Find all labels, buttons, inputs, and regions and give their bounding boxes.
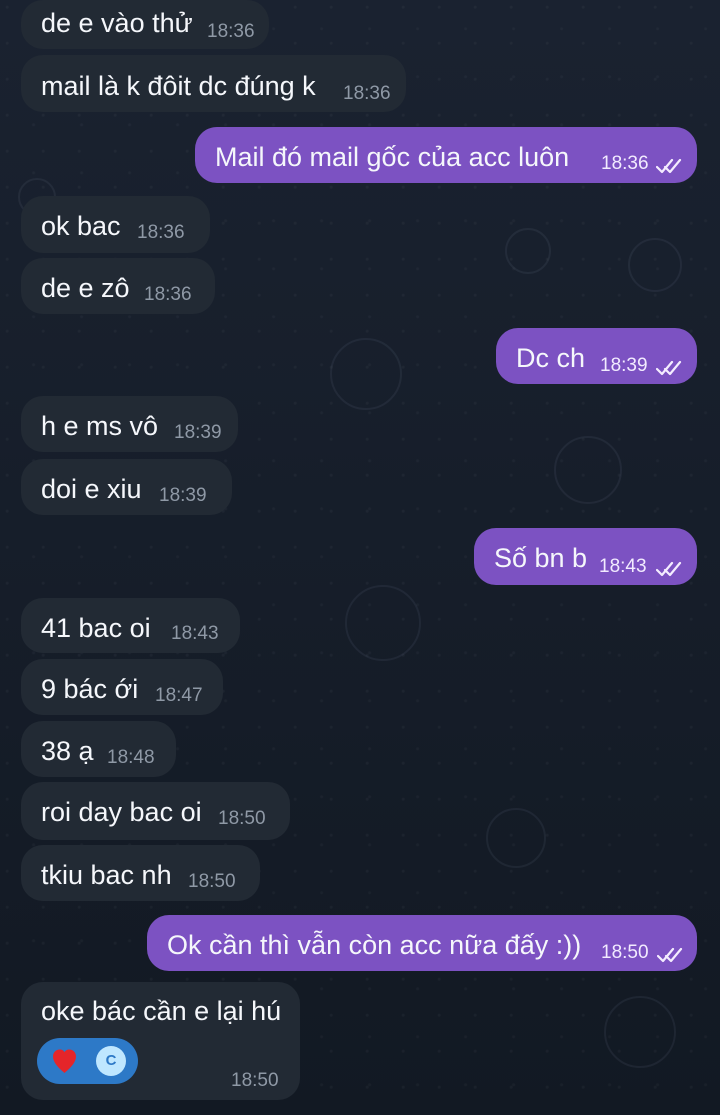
message-bubble-incoming: 41 bac oi 18:43 xyxy=(21,598,240,653)
message-bubble-incoming: tkiu bac nh 18:50 xyxy=(21,845,260,901)
message-text: Số bn b xyxy=(494,543,588,573)
message-text: ok bac xyxy=(41,211,121,241)
message-bubble-outgoing: Số bn b 18:43 xyxy=(474,528,697,585)
read-checkmarks-icon xyxy=(656,359,682,377)
message-time: 18:50 xyxy=(218,808,266,829)
message-text: tkiu bac nh xyxy=(41,860,172,890)
message-time: 18:36 xyxy=(343,83,391,104)
message-bubble-incoming: 38 ạ 18:48 xyxy=(21,721,176,777)
message-time: 18:50 xyxy=(601,942,649,963)
message-time: 18:36 xyxy=(601,153,649,174)
message-time: 18:48 xyxy=(107,747,155,768)
message-text: Ok cần thì vẫn còn acc nữa đấy :)) xyxy=(167,930,582,960)
message-bubble-incoming: roi day bac oi 18:50 xyxy=(21,782,290,840)
message-text: 38 ạ xyxy=(41,736,94,766)
avatar: C xyxy=(96,1046,126,1076)
message-text: Dc ch xyxy=(516,343,586,373)
message-text: doi e xiu xyxy=(41,474,142,504)
message-text: 9 bác ới xyxy=(41,674,139,704)
message-bubble-incoming: ok bac 18:36 xyxy=(21,196,210,253)
message-text: h e ms vô xyxy=(41,411,159,441)
message-time: 18:50 xyxy=(231,1070,279,1091)
message-time: 18:36 xyxy=(207,21,255,42)
read-checkmarks-icon xyxy=(657,946,683,964)
reaction-badge[interactable]: C xyxy=(37,1038,138,1084)
message-bubble-incoming: h e ms vô 18:39 xyxy=(21,396,238,452)
message-bubble-incoming: de e zô 18:36 xyxy=(21,258,215,314)
heart-icon xyxy=(50,1047,79,1074)
message-time: 18:39 xyxy=(159,485,207,506)
message-time: 18:43 xyxy=(171,623,219,644)
message-bubble-outgoing: Dc ch 18:39 xyxy=(496,328,697,384)
message-text: roi day bac oi xyxy=(41,797,202,827)
message-time: 18:36 xyxy=(137,222,185,243)
read-checkmarks-icon xyxy=(656,560,682,578)
message-text: Mail đó mail gốc của acc luôn xyxy=(215,142,570,172)
read-checkmarks-icon xyxy=(656,157,682,175)
message-bubble-incoming: 9 bác ới 18:47 xyxy=(21,659,223,715)
message-bubble-incoming: de e vào thử 18:36 xyxy=(21,0,269,49)
message-bubble-outgoing: Mail đó mail gốc của acc luôn 18:36 xyxy=(195,127,697,183)
message-time: 18:39 xyxy=(174,422,222,443)
message-text: 41 bac oi xyxy=(41,613,151,643)
message-time: 18:43 xyxy=(599,556,647,577)
message-text: oke bác cần e lại hú xyxy=(41,996,282,1026)
message-time: 18:47 xyxy=(155,685,203,706)
message-time: 18:39 xyxy=(600,355,648,376)
message-text: de e zô xyxy=(41,273,130,303)
message-time: 18:36 xyxy=(144,284,192,305)
message-text: de e vào thử xyxy=(41,8,193,38)
message-text: mail là k đôit dc đúng k xyxy=(41,71,316,101)
message-bubble-incoming: mail là k đôit dc đúng k 18:36 xyxy=(21,55,406,112)
message-bubble-outgoing: Ok cần thì vẫn còn acc nữa đấy :)) 18:50 xyxy=(147,915,697,971)
message-bubble-incoming: oke bác cần e lại hú 18:50 C xyxy=(21,982,300,1100)
message-bubble-incoming: doi e xiu 18:39 xyxy=(21,459,232,515)
message-time: 18:50 xyxy=(188,871,236,892)
